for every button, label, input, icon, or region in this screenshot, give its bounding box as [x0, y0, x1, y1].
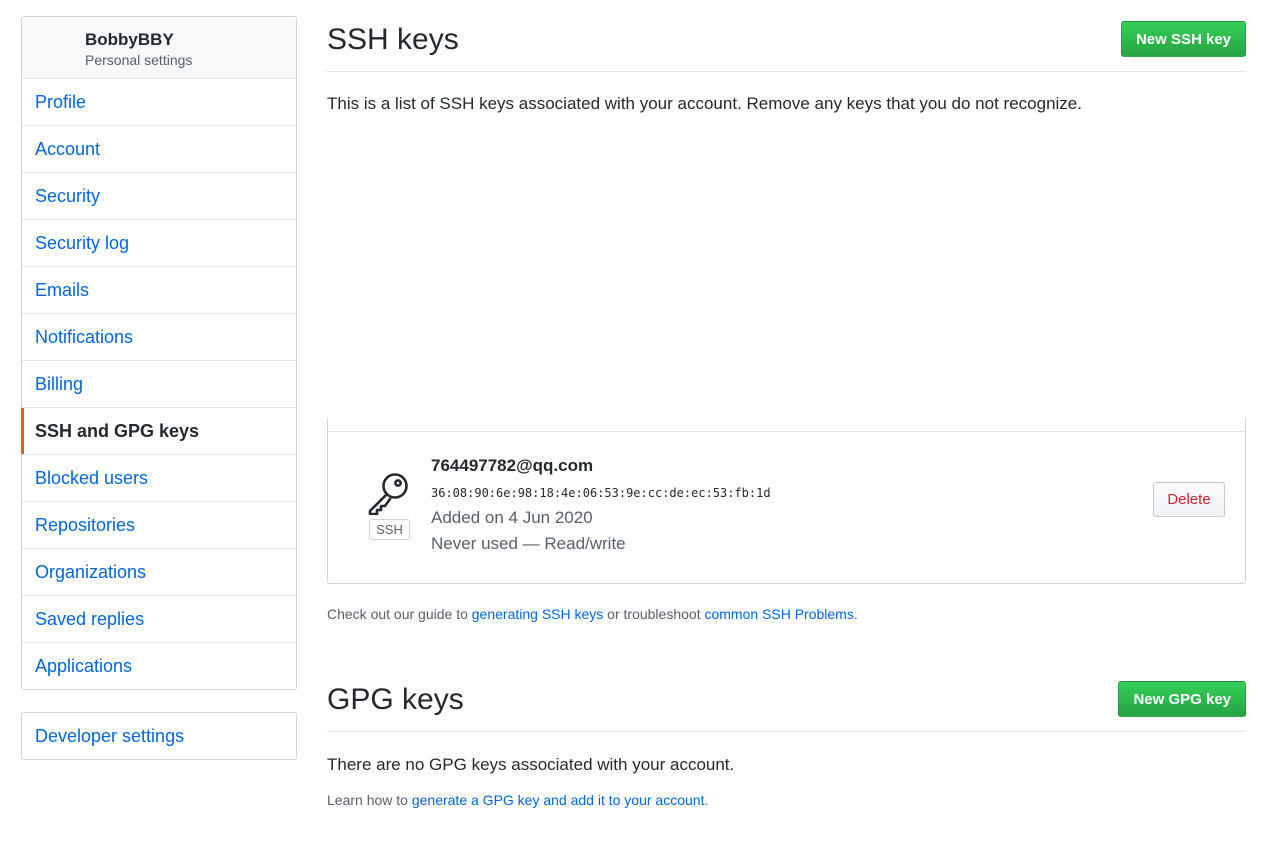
ssh-type-badge: SSH — [369, 519, 410, 540]
settings-sidebar: BobbyBBY Personal settings Profile Accou… — [21, 16, 297, 690]
sidebar-item-blocked-users[interactable]: Blocked users — [22, 455, 296, 502]
gpg-help-suffix: . — [704, 792, 709, 808]
ssh-key-fingerprint: 36:08:90:6e:98:18:4e:06:53:9e:cc:de:ec:5… — [431, 486, 771, 500]
delete-ssh-key-button[interactable]: Delete — [1153, 482, 1225, 517]
ssh-help-text: Check out our guide to generating SSH ke… — [327, 606, 858, 622]
key-box-divider — [328, 431, 1245, 432]
main-content: SSH keys New SSH key This is a list of S… — [327, 0, 1246, 808]
sidebar-item-billing[interactable]: Billing — [22, 361, 296, 408]
sidebar-item-organizations[interactable]: Organizations — [22, 549, 296, 596]
ssh-keys-header: SSH keys New SSH key — [327, 0, 1246, 72]
sidebar-item-repositories[interactable]: Repositories — [22, 502, 296, 549]
generate-gpg-key-link[interactable]: generate a GPG key and add it to your ac… — [412, 792, 705, 808]
sidebar-item-profile[interactable]: Profile — [22, 79, 296, 126]
sidebar-header: BobbyBBY Personal settings — [22, 17, 296, 79]
sidebar-item-ssh-gpg-keys[interactable]: SSH and GPG keys — [21, 408, 296, 455]
username: BobbyBBY — [85, 30, 174, 49]
sidebar-item-developer-settings[interactable]: Developer settings — [21, 712, 297, 760]
new-gpg-key-button[interactable]: New GPG key — [1118, 681, 1246, 717]
ssh-help-middle: or troubleshoot — [603, 606, 705, 622]
sidebar-item-notifications[interactable]: Notifications — [22, 314, 296, 361]
ssh-help-prefix: Check out our guide to — [327, 606, 472, 622]
new-ssh-key-button[interactable]: New SSH key — [1120, 21, 1246, 57]
ssh-keys-title: SSH keys — [327, 23, 459, 56]
gpg-keys-title: GPG keys — [327, 683, 464, 716]
key-icon — [366, 471, 412, 516]
common-ssh-problems-link[interactable]: common SSH Problems — [704, 606, 853, 622]
sidebar-item-emails[interactable]: Emails — [22, 267, 296, 314]
ssh-key-title: 764497782@qq.com — [431, 456, 594, 475]
ssh-keys-intro: This is a list of SSH keys associated wi… — [327, 94, 1082, 113]
sidebar-item-security-log[interactable]: Security log — [22, 220, 296, 267]
sidebar-item-security[interactable]: Security — [22, 173, 296, 220]
sidebar-item-applications[interactable]: Applications — [22, 643, 296, 689]
gpg-keys-header: GPG keys New GPG key — [327, 660, 1246, 732]
sidebar-subtitle: Personal settings — [85, 52, 193, 68]
gpg-empty-message: There are no GPG keys associated with yo… — [327, 755, 735, 774]
ssh-key-item: SSH 764497782@qq.com 36:08:90:6e:98:18:4… — [327, 418, 1246, 584]
ssh-help-suffix: . — [853, 606, 858, 622]
ssh-key-added-date: Added on 4 Jun 2020 — [431, 508, 593, 527]
ssh-key-usage: Never used — Read/write — [431, 534, 626, 553]
gpg-help-prefix: Learn how to — [327, 792, 412, 808]
sidebar-item-account[interactable]: Account — [22, 126, 296, 173]
generating-ssh-keys-link[interactable]: generating SSH keys — [472, 606, 604, 622]
gpg-help-text: Learn how to generate a GPG key and add … — [327, 792, 708, 808]
sidebar-item-saved-replies[interactable]: Saved replies — [22, 596, 296, 643]
